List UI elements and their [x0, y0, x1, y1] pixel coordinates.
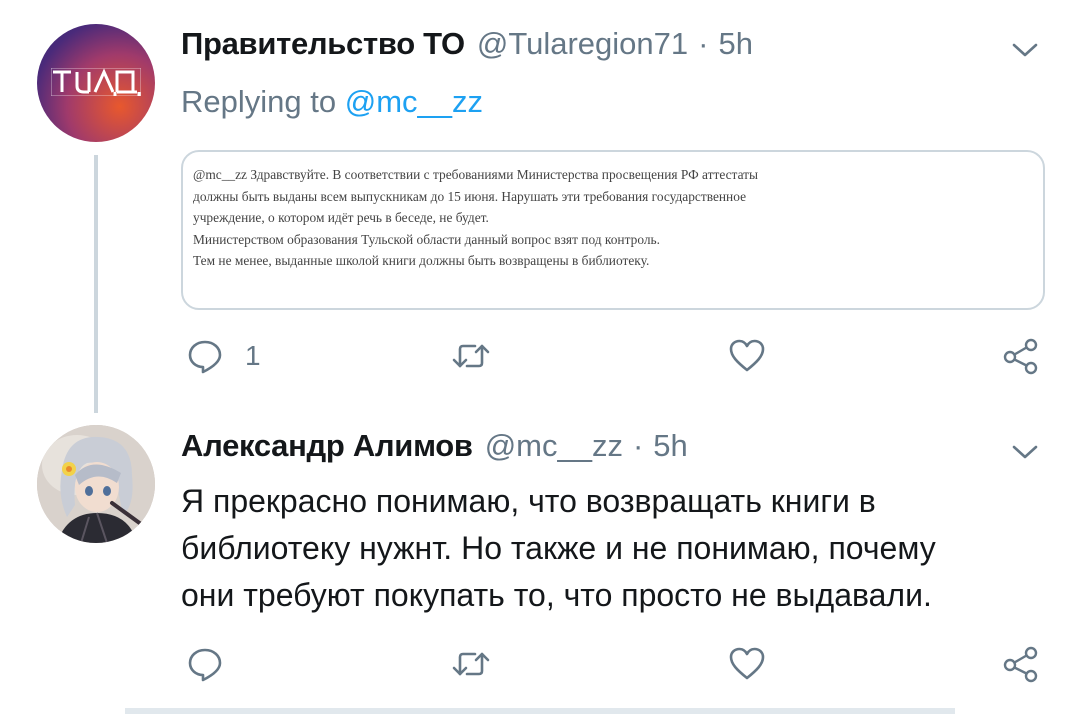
anime-avatar-image	[37, 425, 155, 543]
author-handle[interactable]: @mc__zz	[485, 428, 623, 464]
share-icon	[1003, 338, 1038, 375]
image-text-line: учреждение, о котором идёт речь в беседе…	[193, 210, 489, 225]
tweet-text-line: они требуют покупать то, что просто не в…	[181, 577, 932, 613]
tweet-header: Правительство ТО @Tularegion71 · 5h	[181, 26, 753, 62]
chevron-down-icon[interactable]	[1010, 442, 1040, 462]
reply-count: 1	[245, 340, 261, 371]
tweet-text: Я прекрасно понимаю, что возвращать книг…	[181, 478, 1061, 619]
share-button[interactable]	[1001, 336, 1041, 376]
bottom-divider	[125, 708, 955, 714]
replying-prefix: Replying to	[181, 84, 337, 119]
reply-button[interactable]: 1	[185, 336, 261, 376]
timestamp[interactable]: 5h	[653, 428, 687, 464]
reply-button[interactable]	[185, 644, 225, 684]
author-name[interactable]: Александр Алимов	[181, 428, 473, 464]
attached-image[interactable]: @mc__zz Здравствуйте. В соответствии с т…	[181, 150, 1045, 310]
image-text-line: должны быть выданы всем выпускникам до 1…	[193, 188, 747, 204]
like-icon	[729, 647, 765, 680]
like-button[interactable]	[727, 336, 767, 376]
tweet-text-line: Я прекрасно понимаю, что возвращать книг…	[181, 483, 876, 519]
image-text-line: Тем не менее, выданные школой книги долж…	[193, 253, 650, 268]
tweet-government[interactable]: Правительство ТО @Tularegion71 · 5h Repl…	[0, 0, 1080, 413]
replying-to: Replying to @mc__zz	[181, 84, 483, 120]
avatar-alimov[interactable]	[37, 425, 155, 543]
retweet-icon	[452, 344, 490, 368]
image-text-line: Министерством образования Тульской облас…	[193, 231, 660, 247]
thread-line	[94, 155, 98, 413]
share-icon	[1003, 646, 1038, 683]
author-name[interactable]: Правительство ТО	[181, 26, 465, 62]
retweet-icon	[452, 652, 490, 676]
separator: ·	[632, 428, 644, 463]
tula-logo	[51, 68, 141, 96]
tweet-text-line: библиотеку нужнт. Но также и не понимаю,…	[181, 530, 936, 566]
share-button[interactable]	[1001, 644, 1041, 684]
tweet-actions	[181, 644, 1051, 688]
separator: ·	[698, 26, 709, 61]
reply-icon	[188, 648, 222, 682]
chevron-down-icon[interactable]	[1010, 40, 1040, 60]
image-text-line: @mc__zz Здравствуйте. В соответствии с т…	[193, 167, 759, 182]
tweet-actions: 1	[181, 336, 1051, 380]
retweet-button[interactable]	[451, 336, 491, 376]
like-icon	[729, 339, 765, 372]
timestamp[interactable]: 5h	[718, 26, 752, 62]
avatar-government[interactable]	[37, 24, 155, 142]
author-handle[interactable]: @Tularegion71	[477, 26, 688, 62]
retweet-button[interactable]	[451, 644, 491, 684]
replying-handle-link[interactable]: @mc__zz	[345, 84, 483, 119]
reply-icon	[188, 340, 222, 374]
like-button[interactable]	[727, 644, 767, 684]
tweet-header: Александр Алимов @mc__zz · 5h	[181, 428, 688, 464]
